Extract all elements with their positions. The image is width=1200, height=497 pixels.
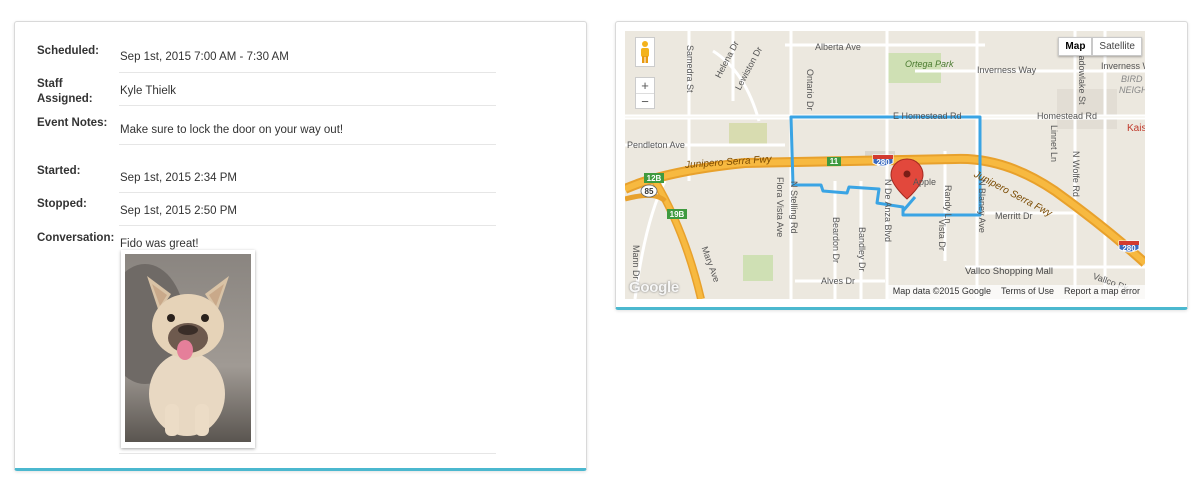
divider (119, 453, 496, 454)
route-map[interactable]: 280 280 85 11 12B 19B Alberta Ave Ortega… (625, 31, 1145, 299)
divider (119, 105, 496, 106)
notes-value: Make sure to lock the door on your way o… (120, 124, 344, 136)
staff-label: Staff Assigned: (37, 77, 117, 107)
staff-label-line1: Staff (37, 78, 63, 90)
shield-12b: 12B (647, 174, 662, 183)
started-value: Sep 1st, 2015 2:34 PM (120, 172, 237, 184)
event-details-card: Scheduled: Sep 1st, 2015 7:00 AM - 7:30 … (14, 21, 587, 471)
label-apple: Apple (913, 177, 937, 187)
label-mann: Mann Dr (631, 245, 641, 280)
street-view-pegman[interactable] (635, 37, 655, 67)
label-inverness-2: Inverness W (1101, 61, 1145, 71)
staff-link[interactable]: Kyle Thielk (120, 84, 176, 99)
shield-280-a: 280 (876, 158, 890, 167)
map-type-satellite-button[interactable]: Satellite (1092, 37, 1142, 56)
label-ortega-park: Ortega Park (905, 59, 954, 69)
label-samedra: Samedra St (685, 45, 695, 93)
shield-19b: 19B (670, 210, 685, 219)
stopped-label: Stopped: (37, 198, 87, 210)
shield-11: 11 (830, 157, 839, 166)
zoom-out-button[interactable]: − (636, 93, 654, 109)
terms-of-use-link[interactable]: Terms of Use (1001, 286, 1054, 298)
label-wolfe: N Wolfe Rd (1071, 151, 1081, 197)
label-randy: Randy Ln (943, 185, 953, 224)
divider (119, 144, 496, 145)
pegman-icon (641, 41, 649, 63)
map-footer: Map data ©2015 Google Terms of Use Repor… (887, 285, 1145, 299)
dog-photo-image (125, 254, 251, 442)
label-kais: Kais (1127, 123, 1145, 134)
label-neigh: NEIGH (1119, 85, 1145, 95)
map-type-control: Map Satellite (1058, 37, 1142, 56)
label-de-anza: N De Anza Blvd (883, 179, 893, 243)
shield-85: 85 (645, 187, 654, 196)
scheduled-label: Scheduled: (37, 45, 99, 57)
label-pendleton: Pendleton Ave (627, 140, 685, 150)
report-map-error-link[interactable]: Report a map error (1064, 286, 1140, 298)
staff-label-line2: Assigned: (37, 93, 93, 105)
route-map-card: 280 280 85 11 12B 19B Alberta Ave Ortega… (615, 21, 1188, 310)
divider (119, 225, 496, 226)
label-vallco-mall: Vallco Shopping Mall (965, 266, 1054, 277)
divider (119, 192, 496, 193)
label-stelling: N Stelling Rd (789, 181, 799, 234)
label-alves: Alves Dr (821, 276, 856, 286)
label-e-homestead: E Homestead Rd (893, 111, 962, 121)
label-blaney: N Blaney Ave (977, 179, 987, 233)
label-merritt: Merritt Dr (995, 211, 1033, 221)
label-alberta: Alberta Ave (815, 42, 861, 52)
label-flora-vista: Flora Vista Ave (775, 177, 785, 238)
map-data-attribution: Map data ©2015 Google (892, 286, 991, 296)
dog-photo[interactable] (121, 250, 255, 448)
label-linnet: Linnet Ln (1049, 125, 1059, 163)
zoom-control: + − (635, 77, 655, 109)
started-label: Started: (37, 165, 81, 177)
label-bandley: Bandley Dr (857, 227, 867, 272)
scheduled-value: Sep 1st, 2015 7:00 AM - 7:30 AM (120, 51, 289, 63)
label-homestead: Homestead Rd (1037, 111, 1098, 121)
shield-280-b: 280 (1122, 244, 1136, 253)
label-inverness: Inverness Way (977, 65, 1037, 75)
label-bird: BIRD (1121, 74, 1143, 84)
label-beardon: Beardon Dr (831, 217, 841, 264)
map-type-map-button[interactable]: Map (1058, 37, 1093, 56)
divider (119, 72, 496, 73)
label-vista: Vista Dr (937, 219, 947, 251)
notes-label: Event Notes: (37, 117, 108, 129)
zoom-in-button[interactable]: + (636, 78, 654, 93)
google-logo[interactable]: Google (629, 279, 679, 296)
conversation-label: Conversation: (37, 232, 115, 244)
label-ontario: Ontario Dr (805, 69, 815, 111)
stopped-value: Sep 1st, 2015 2:50 PM (120, 205, 237, 217)
